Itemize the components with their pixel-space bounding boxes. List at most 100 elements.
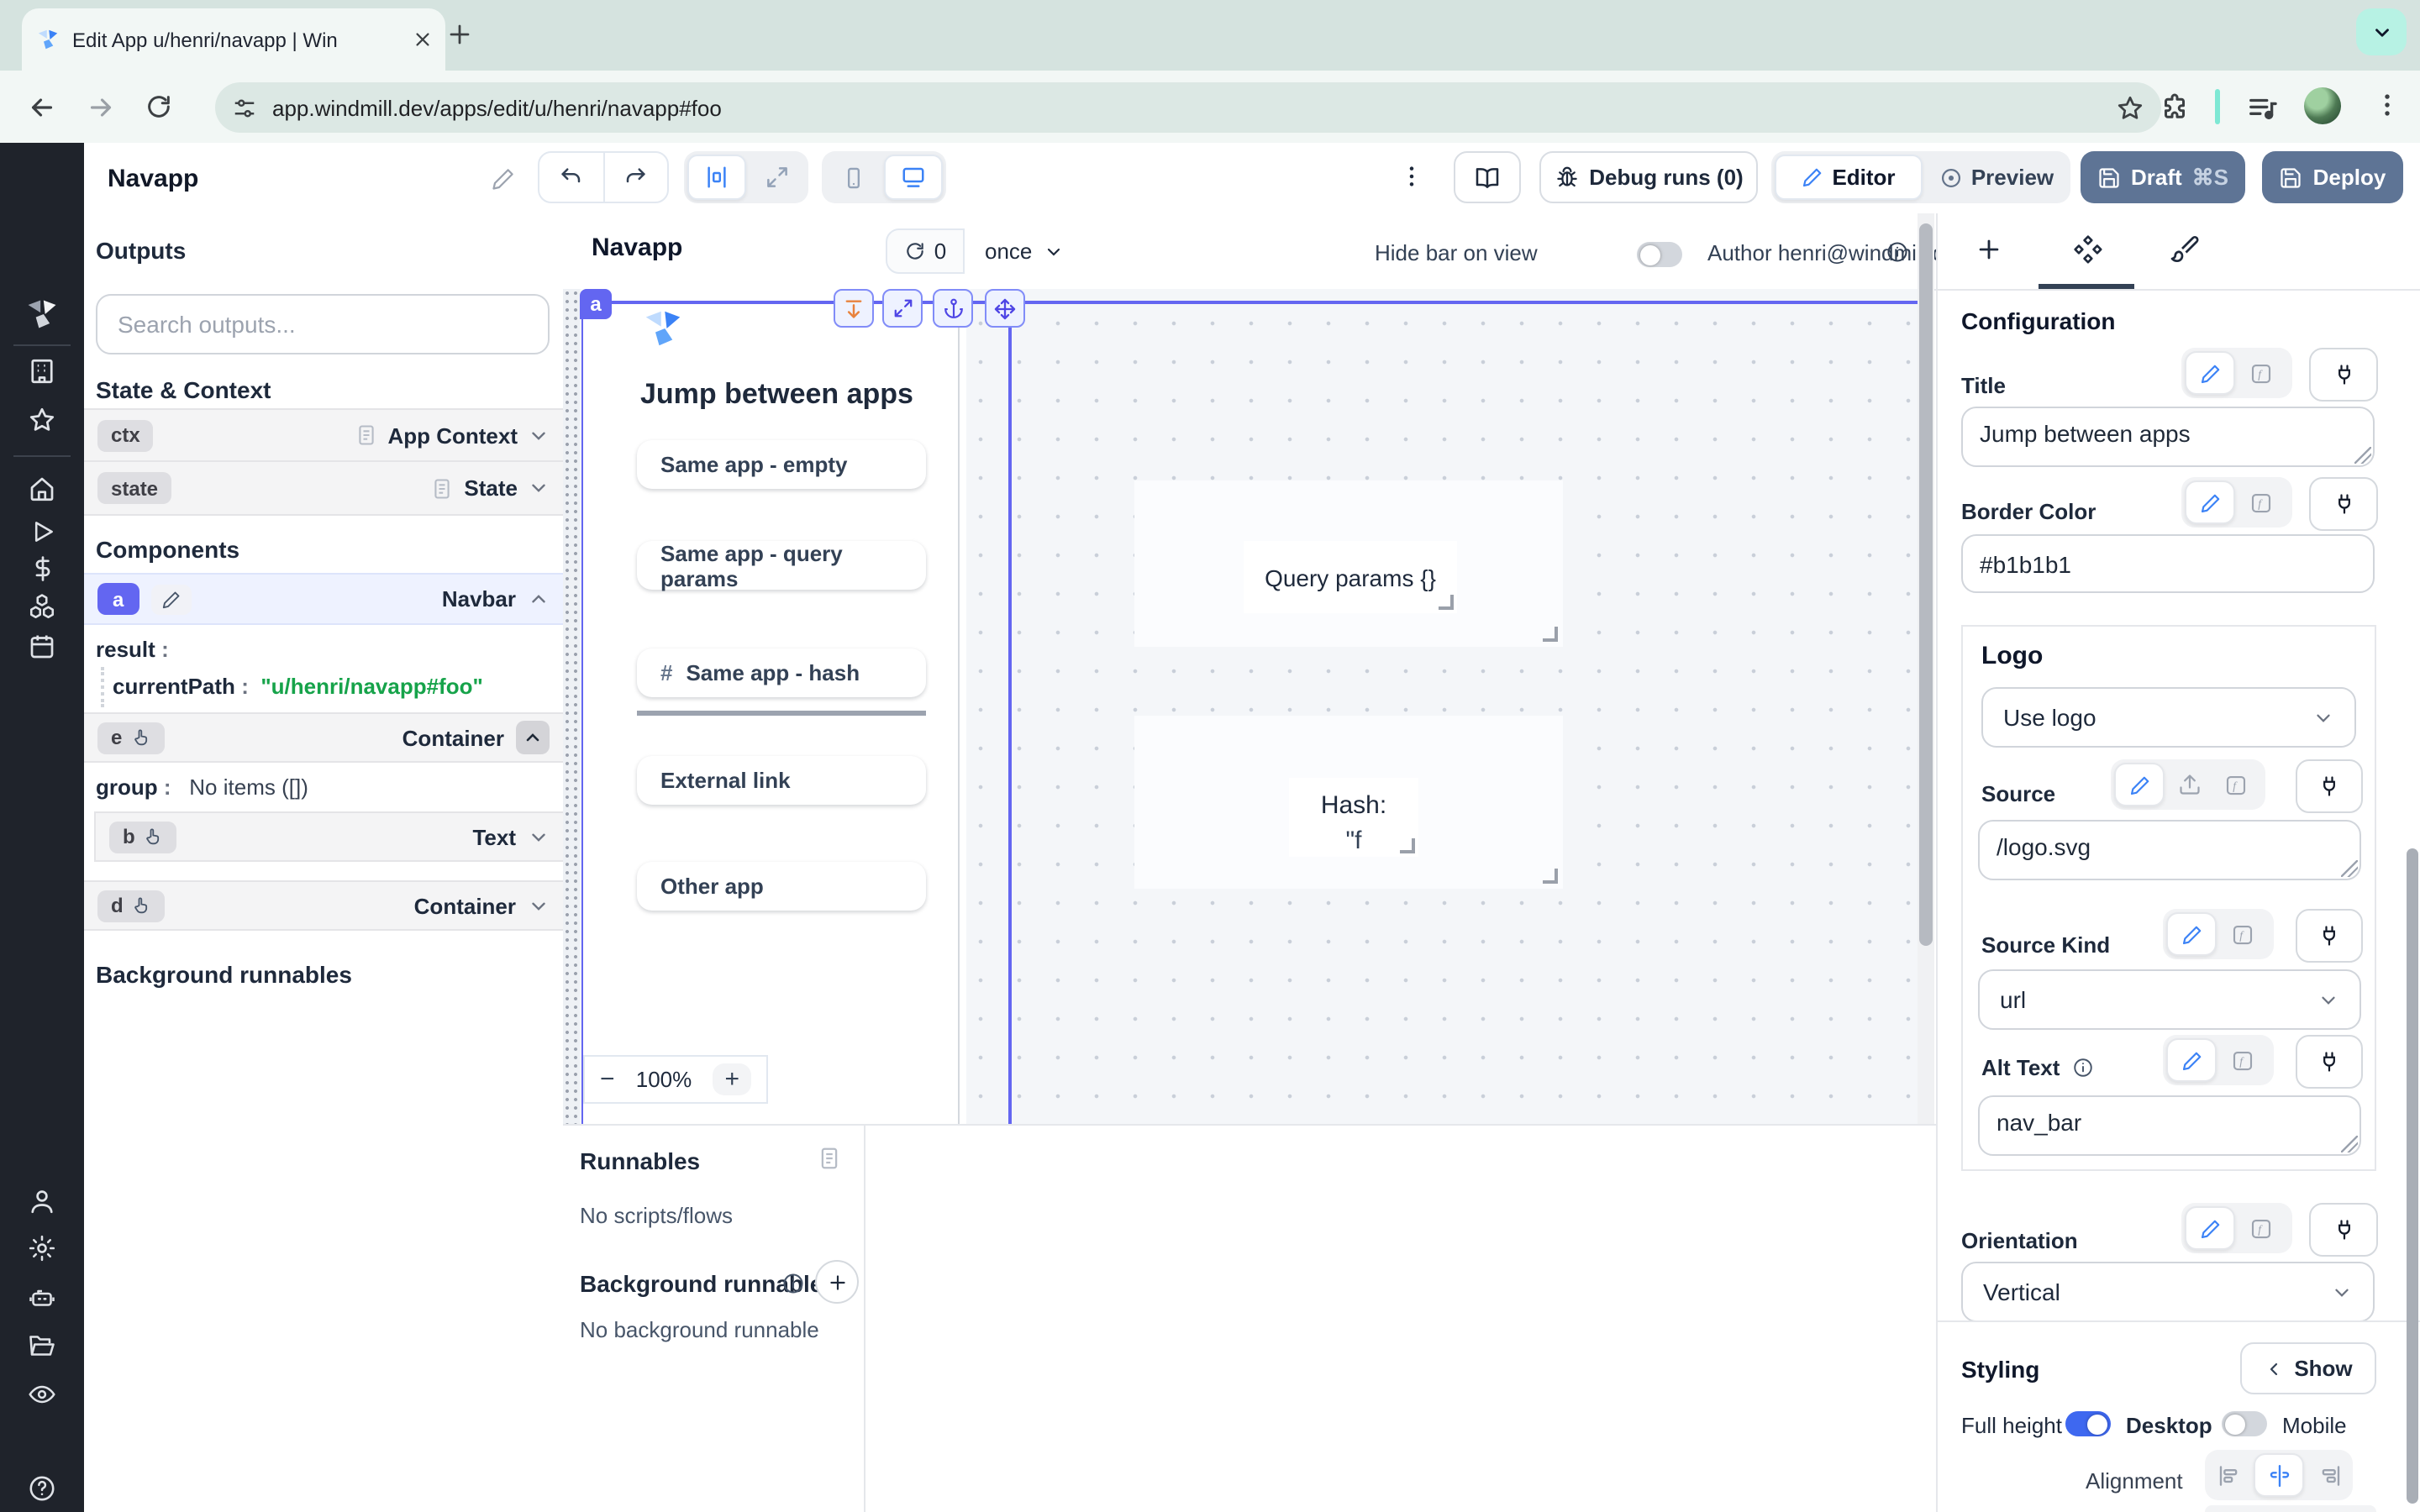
static-mode-pencil-icon[interactable]: [2166, 1038, 2217, 1082]
static-mode-pencil-icon[interactable]: [2185, 480, 2235, 524]
sidebar-favorites-icon[interactable]: [27, 405, 57, 435]
debug-runs-button[interactable]: Debug runs (0): [1539, 151, 1758, 203]
output-row-state[interactable]: state State: [84, 462, 563, 516]
nav-link-other-app[interactable]: Other app: [637, 862, 926, 911]
fx-mode-icon[interactable]: f: [2240, 1208, 2281, 1248]
navbar-component-body[interactable]: [581, 289, 966, 1124]
deploy-button[interactable]: Deploy: [2262, 151, 2403, 203]
static-mode-pencil-icon[interactable]: [2166, 912, 2217, 956]
refresh-count-button[interactable]: 0: [886, 228, 965, 274]
tab-insert-icon[interactable]: [1975, 235, 2003, 264]
windmill-logo-icon[interactable]: [24, 296, 60, 333]
author-info-icon[interactable]: [1886, 240, 1909, 264]
window-scrollbar-thumb[interactable]: [2407, 848, 2418, 1504]
border-color-connect-plug-button[interactable]: [2309, 477, 2378, 531]
desktop-mobile-toggle[interactable]: [2222, 1411, 2267, 1436]
sidebar-workers-icon[interactable]: [27, 1284, 57, 1314]
orientation-select[interactable]: Vertical: [1961, 1262, 2375, 1322]
app-canvas[interactable]: a Jump between apps Same app - empty Sam…: [563, 289, 1918, 1124]
header-more-menu-icon[interactable]: [1398, 163, 1425, 190]
expand-component-button[interactable]: [834, 289, 874, 328]
edit-id-pencil-icon[interactable]: [150, 584, 191, 614]
fx-mode-icon[interactable]: f: [2215, 764, 2255, 805]
static-mode-pencil-icon[interactable]: [2114, 763, 2165, 806]
align-end-button[interactable]: [2309, 1455, 2349, 1495]
zoom-in-button[interactable]: +: [713, 1063, 751, 1095]
align-start-button[interactable]: [2208, 1455, 2249, 1495]
nav-link-same-app-query-params[interactable]: Same app - query params: [637, 541, 926, 590]
sidebar-users-icon[interactable]: [27, 1186, 57, 1216]
forward-icon[interactable]: [86, 92, 116, 122]
styling-show-button[interactable]: Show: [2240, 1342, 2376, 1394]
tab-close-icon[interactable]: [413, 30, 432, 49]
output-row-ctx[interactable]: ctx App Context: [84, 408, 563, 462]
component-row-navbar[interactable]: a Navbar: [84, 573, 563, 625]
align-center-button[interactable]: [2254, 1453, 2304, 1497]
hash-container[interactable]: Hash: "f: [1134, 716, 1563, 889]
sidebar-home-icon[interactable]: [27, 474, 57, 504]
move-component-button[interactable]: [985, 289, 1025, 328]
draft-button[interactable]: Draft ⌘S: [2081, 151, 2245, 203]
tab-styling-icon[interactable]: [2170, 234, 2200, 264]
sidebar-resources-icon[interactable]: [27, 591, 57, 622]
source-kind-connect-plug-button[interactable]: [2296, 909, 2363, 963]
nav-link-same-app-hash[interactable]: # Same app - hash: [637, 648, 926, 697]
sidebar-workspace-icon[interactable]: [27, 356, 57, 386]
centered-layout-button[interactable]: [687, 155, 746, 200]
source-input[interactable]: /logo.svg: [1978, 820, 2361, 880]
tab-component-settings-icon[interactable]: [2072, 234, 2104, 265]
anchor-component-button[interactable]: [933, 289, 973, 328]
tab-preview[interactable]: Preview: [1926, 156, 2067, 198]
title-connect-plug-button[interactable]: [2309, 348, 2378, 402]
hide-bar-toggle[interactable]: [1637, 242, 1682, 267]
background-runnables-info-icon[interactable]: [781, 1272, 805, 1295]
full-height-toggle[interactable]: [2065, 1411, 2111, 1436]
zoom-out-button[interactable]: −: [600, 1065, 615, 1094]
sidebar-billing-icon[interactable]: [29, 554, 57, 583]
fx-mode-icon[interactable]: f: [2222, 1040, 2262, 1080]
omnibox[interactable]: app.windmill.dev/apps/edit/u/henri/navap…: [215, 82, 2161, 133]
query-params-container[interactable]: Query params {}: [1134, 480, 1563, 647]
undo-icon[interactable]: [539, 165, 602, 190]
reload-icon[interactable]: [145, 92, 173, 121]
rename-pencil-icon[interactable]: [491, 166, 516, 192]
query-params-text-box[interactable]: Query params {}: [1244, 541, 1457, 613]
add-background-runnable-button[interactable]: [815, 1260, 859, 1304]
hash-text-box[interactable]: Hash: "f: [1289, 778, 1418, 857]
source-connect-plug-button[interactable]: [2296, 759, 2363, 813]
new-tab-icon[interactable]: [447, 22, 472, 47]
site-settings-icon[interactable]: [232, 95, 257, 120]
refresh-mode-dropdown[interactable]: once: [985, 228, 1064, 274]
redo-icon[interactable]: [604, 165, 667, 190]
border-color-input[interactable]: [1961, 534, 2375, 593]
fx-mode-icon[interactable]: f: [2240, 353, 2281, 393]
avatar[interactable]: [2304, 87, 2341, 124]
sidebar-schedules-icon[interactable]: [27, 632, 57, 662]
sidebar-audit-icon[interactable]: [27, 1379, 57, 1410]
search-outputs-input[interactable]: [96, 294, 550, 354]
bookmark-star-icon[interactable]: [2116, 93, 2144, 122]
browser-menu-icon[interactable]: [2373, 91, 2402, 119]
title-input[interactable]: Jump between apps: [1961, 407, 2375, 467]
sidebar-help-icon[interactable]: [27, 1473, 57, 1504]
canvas-scrollbar-thumb[interactable]: [1919, 223, 1933, 946]
browser-window-chevron-button[interactable]: [2356, 8, 2407, 55]
alt-text-connect-plug-button[interactable]: [2296, 1035, 2363, 1089]
canvas-scrollbar[interactable]: [1918, 213, 1934, 1124]
fullwidth-layout-button[interactable]: [750, 156, 805, 198]
tab-editor[interactable]: Editor: [1775, 155, 1923, 200]
component-row-container-d[interactable]: d Container: [84, 880, 563, 931]
component-row-text-b[interactable]: b Text: [94, 811, 563, 862]
collapse-button[interactable]: [516, 721, 550, 754]
sidebar-runs-icon[interactable]: [29, 517, 57, 546]
nav-link-external[interactable]: External link: [637, 756, 926, 805]
logo-select[interactable]: Use logo: [1981, 687, 2356, 748]
source-kind-select[interactable]: url: [1978, 969, 2361, 1030]
static-mode-pencil-icon[interactable]: [2185, 1206, 2235, 1250]
desktop-view-button[interactable]: [884, 155, 943, 200]
fullscreen-component-button[interactable]: [882, 289, 923, 328]
docs-button[interactable]: [1454, 151, 1521, 203]
back-icon[interactable]: [27, 92, 57, 122]
alt-text-input[interactable]: nav_bar: [1978, 1095, 2361, 1156]
extensions-puzzle-icon[interactable]: [2160, 92, 2190, 123]
